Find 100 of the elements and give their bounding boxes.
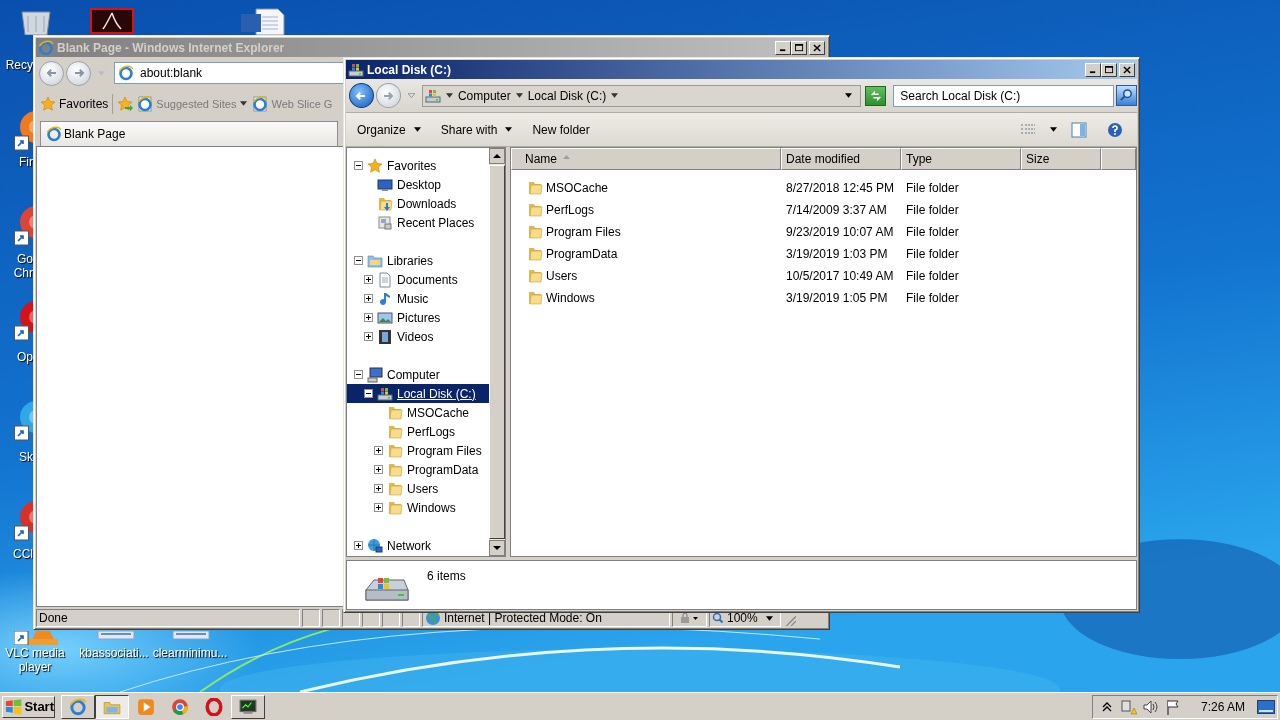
collapse-icon[interactable] <box>364 389 373 398</box>
toolbar-button[interactable]: Share with <box>440 122 513 137</box>
file-name[interactable]: Users <box>546 269 578 283</box>
music-note-icon <box>377 290 393 307</box>
document-icon[interactable] <box>90 8 134 34</box>
tree-item[interactable]: Program Files <box>347 441 489 460</box>
file-name[interactable]: Program Files <box>546 225 621 239</box>
tree-item[interactable]: ProgramData <box>347 460 489 479</box>
date-modified: 9/23/2019 10:07 AM <box>785 225 895 239</box>
page-icon <box>137 95 154 112</box>
caret-icon[interactable] <box>515 93 523 98</box>
show-desktop-icon[interactable] <box>1257 699 1275 714</box>
icon-label[interactable]: CCl <box>2 547 33 561</box>
icon-label[interactable]: Op <box>2 350 33 364</box>
expand-icon[interactable] <box>374 446 383 455</box>
caret-icon[interactable] <box>1050 127 1057 132</box>
help-icon[interactable] <box>1107 121 1123 138</box>
file-icon[interactable] <box>172 631 210 640</box>
search-button[interactable] <box>1116 85 1137 106</box>
tree-item[interactable]: Downloads <box>347 194 489 213</box>
folder-icon <box>527 224 543 240</box>
shortcut-icon[interactable] <box>14 300 33 342</box>
expand-icon[interactable] <box>364 332 373 341</box>
breadcrumb-item[interactable]: Local Disk (C:) <box>527 88 607 103</box>
status-text: Done <box>36 609 300 627</box>
minimize-button[interactable] <box>1085 62 1101 77</box>
tree-item[interactable]: Windows <box>347 498 489 517</box>
column-header[interactable]: Date modified <box>781 148 901 170</box>
expand-icon[interactable] <box>364 275 373 284</box>
shortcut-icon[interactable] <box>14 400 33 442</box>
refresh-button[interactable] <box>865 85 887 106</box>
tree-item[interactable]: MSOCache <box>347 403 489 422</box>
collapse-icon[interactable] <box>354 256 363 265</box>
expand-icon[interactable] <box>374 484 383 493</box>
file-name[interactable]: PerfLogs <box>546 203 595 217</box>
column-header[interactable]: Name <box>511 148 781 170</box>
tree-item[interactable]: Network <box>347 536 489 555</box>
file-name[interactable]: ProgramData <box>546 247 618 261</box>
maximize-button[interactable] <box>1101 62 1117 77</box>
tree-item[interactable]: PerfLogs <box>347 422 489 441</box>
file-name[interactable]: MSOCache <box>546 181 609 195</box>
icon-label[interactable]: Fir <box>2 155 33 169</box>
expand-icon[interactable] <box>364 313 373 322</box>
breadcrumb-item[interactable]: Computer <box>457 88 511 103</box>
toolbar-button[interactable]: New folder <box>532 122 590 137</box>
scroll-down-icon[interactable] <box>489 540 505 556</box>
file-name[interactable]: Windows <box>546 291 595 305</box>
tree-item[interactable]: Libraries <box>347 251 489 270</box>
search-field[interactable]: Search Local Disk (C:) <box>893 84 1115 107</box>
start-button[interactable]: Start <box>2 695 55 718</box>
caret-icon[interactable] <box>845 93 853 98</box>
icon-label[interactable]: Go Chr <box>2 252 33 280</box>
column-header[interactable]: Type <box>901 148 1021 170</box>
expand-icon[interactable] <box>364 294 373 303</box>
address-bar[interactable]: Computer Local Disk (C:) <box>421 84 862 107</box>
expand-icon[interactable] <box>374 503 383 512</box>
icon-label[interactable]: Sk <box>2 450 33 464</box>
tree-item[interactable]: Pictures <box>347 308 489 327</box>
shortcut-icon[interactable] <box>14 205 33 247</box>
close-icon <box>812 43 822 52</box>
tree-item[interactable]: Recent Places <box>347 213 489 232</box>
caret-icon[interactable] <box>611 93 619 98</box>
tree-item[interactable]: Videos <box>347 327 489 346</box>
tree-item[interactable]: Music <box>347 289 489 308</box>
resize-grip-icon[interactable] <box>783 613 797 627</box>
collapse-icon[interactable] <box>354 370 363 379</box>
column-header[interactable]: Size <box>1021 148 1101 170</box>
clock[interactable]: 7:26 AM <box>1200 699 1245 714</box>
folder-icon <box>387 499 403 516</box>
caret-icon[interactable] <box>445 93 453 98</box>
taskbar-button[interactable] <box>95 694 129 719</box>
drive-icon <box>348 61 364 78</box>
tree-item[interactable]: Computer <box>347 365 489 384</box>
tree-item[interactable]: Favorites <box>347 156 489 175</box>
cone-icon[interactable] <box>14 631 58 645</box>
date-modified: 8/27/2018 12:45 PM <box>785 181 896 195</box>
scroll-up-icon[interactable] <box>489 148 505 164</box>
expand-icon[interactable] <box>374 465 383 474</box>
tree-item[interactable]: Users <box>347 479 489 498</box>
close-button[interactable] <box>1119 62 1135 77</box>
tree-item[interactable]: Local Disk (C:) <box>347 384 489 403</box>
collapse-icon[interactable] <box>354 161 363 170</box>
file-icon[interactable] <box>97 631 135 640</box>
document-icon[interactable] <box>240 8 286 35</box>
tree-item[interactable]: Documents <box>347 270 489 289</box>
shortcut-icon[interactable] <box>14 110 33 152</box>
tree-item[interactable]: Desktop <box>347 175 489 194</box>
file-type: File folder <box>905 291 960 305</box>
flag-icon[interactable] <box>1164 698 1181 715</box>
folder-icon <box>527 202 543 218</box>
toolbar-button[interactable]: Organize <box>357 122 421 137</box>
shortcut-icon[interactable] <box>14 500 33 542</box>
back-button[interactable] <box>349 83 374 108</box>
browser-tab[interactable]: Blank Page <box>40 121 338 146</box>
file-type: File folder <box>905 247 960 261</box>
forward-button[interactable] <box>66 60 91 86</box>
speaker-icon[interactable] <box>1142 698 1159 715</box>
icon-label[interactable]: Recy <box>2 58 33 72</box>
favorites-button[interactable]: Favorites <box>40 95 109 112</box>
expand-icon[interactable] <box>354 541 363 550</box>
